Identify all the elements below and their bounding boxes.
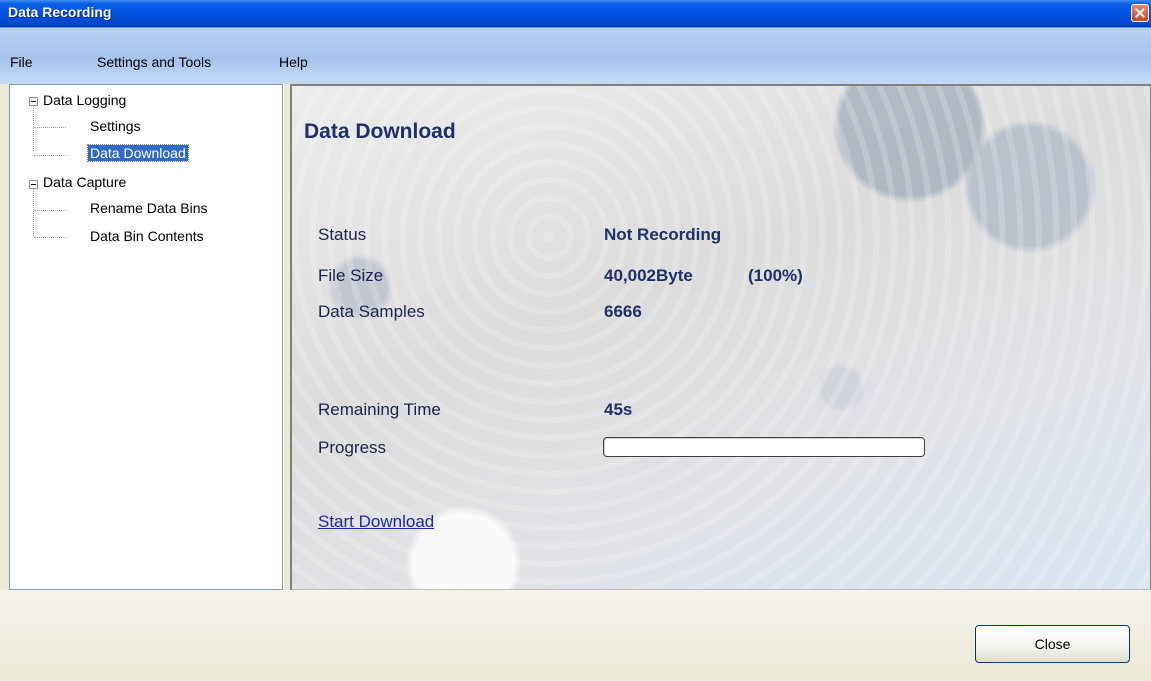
data-samples-label: Data Samples <box>318 302 425 321</box>
remaining-time-label: Remaining Time <box>318 400 441 419</box>
window-title: Data Recording <box>8 4 112 20</box>
tree-connector <box>34 127 66 128</box>
tree-item-rename-data-bins[interactable]: Rename Data Bins <box>90 200 208 216</box>
file-size-value: 40,002Byte <box>604 266 693 285</box>
navigation-tree: Data Logging Settings Data Download Data… <box>9 84 283 590</box>
tree-item-data-capture[interactable]: Data Capture <box>43 174 126 190</box>
progress-label: Progress <box>318 438 387 457</box>
remaining-time-value: 45s <box>604 400 633 419</box>
tree-connector <box>34 210 66 211</box>
panel-splitter[interactable] <box>283 84 292 590</box>
close-icon[interactable] <box>1131 4 1149 22</box>
data-samples-value: 6666 <box>604 302 642 321</box>
status-value: Not Recording <box>604 225 722 244</box>
close-button[interactable]: Close <box>975 625 1130 663</box>
status-label: Status <box>318 225 367 244</box>
content-panel: Data Download Status Not Recording File … <box>292 84 1151 590</box>
tree-item-settings[interactable]: Settings <box>90 118 141 134</box>
tree-connector <box>34 155 66 156</box>
minus-box-icon[interactable] <box>29 97 38 106</box>
tree-connector <box>33 188 34 236</box>
tree-item-data-download[interactable]: Data Download <box>87 144 189 162</box>
page-title: Data Download <box>304 120 456 143</box>
menu-file[interactable]: File <box>10 54 33 70</box>
file-size-percent: (100%) <box>748 266 803 285</box>
progress-bar <box>603 437 925 457</box>
start-download-link[interactable]: Start Download <box>318 512 434 532</box>
menu-settings-and-tools[interactable]: Settings and Tools <box>97 54 211 70</box>
tree-item-data-bin-contents[interactable]: Data Bin Contents <box>90 228 204 244</box>
tree-connector <box>34 237 66 238</box>
file-size-label: File Size <box>318 266 384 285</box>
minus-box-icon[interactable] <box>29 180 38 189</box>
title-bar[interactable]: Data Recording <box>0 0 1151 27</box>
menu-bar: File Settings and Tools Help <box>0 27 1151 84</box>
menu-help[interactable]: Help <box>279 54 308 70</box>
tree-item-data-logging[interactable]: Data Logging <box>43 92 126 108</box>
